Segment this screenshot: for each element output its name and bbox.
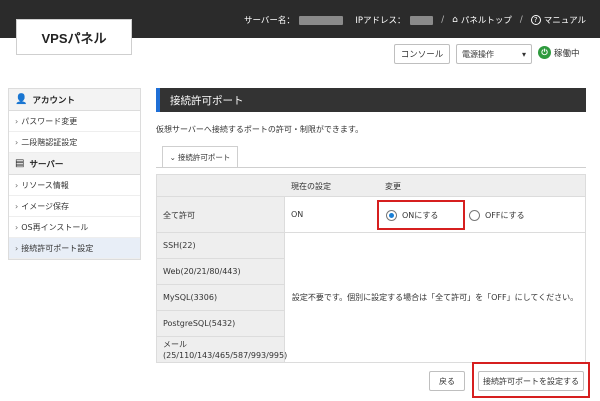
- table-row: Web(20/21/80/443): [157, 259, 285, 285]
- home-icon: ⌂: [452, 15, 458, 25]
- help-icon: ?: [530, 15, 541, 25]
- sidebar-heading-server: ▤ サーバー: [9, 153, 140, 175]
- column-change: 変更: [385, 182, 401, 191]
- chevron-down-icon: ▾: [521, 49, 526, 59]
- sidebar-heading-account: 👤 アカウント: [9, 89, 140, 111]
- user-icon: 👤: [15, 94, 28, 105]
- table-row: SSH(22): [157, 233, 285, 259]
- page-description: 仮想サーバーへ接続するポートの許可・制限ができます。: [156, 125, 364, 134]
- ip-label: IPアドレス：: [355, 16, 406, 26]
- back-button[interactable]: 戻る: [429, 371, 465, 391]
- chevron-down-icon: ⌄: [169, 153, 176, 162]
- chevron-right-icon: ›: [15, 137, 19, 147]
- table-row-mail: メール (25/110/143/465/587/993/995): [163, 340, 288, 360]
- chevron-right-icon: ›: [15, 243, 19, 253]
- chevron-right-icon: ›: [15, 116, 19, 126]
- chevron-right-icon: ›: [15, 180, 19, 190]
- page-title: 接続許可ポート: [156, 88, 586, 112]
- sidebar-item-password[interactable]: › パスワード変更: [9, 111, 140, 132]
- table-header: 現在の設定 変更: [157, 175, 585, 197]
- logo[interactable]: VPSパネル: [16, 19, 132, 55]
- radio-on[interactable]: ONにする: [377, 200, 465, 230]
- ip-redacted: [409, 15, 434, 25]
- all-allow-label: 全て許可: [163, 211, 195, 220]
- panel-top-link[interactable]: ⌂ パネルトップ: [452, 14, 512, 26]
- sidebar-item-resources[interactable]: › リソース情報: [9, 175, 140, 196]
- manual-link[interactable]: ? マニュアル: [530, 14, 586, 26]
- server-status: ⏻ 稼働中: [538, 46, 580, 59]
- radio-selected-icon: [386, 209, 397, 221]
- radio-unselected-icon: [469, 209, 480, 221]
- sidebar-item-image-save[interactable]: › イメージ保存: [9, 196, 140, 217]
- settings-note: 設定不要です。個別に設定する場合は「全て許可」を「OFF」にしてください。: [291, 293, 579, 302]
- sidebar-item-os-reinstall[interactable]: › OS再インストール: [9, 217, 140, 238]
- server-name-label: サーバー名：: [244, 16, 295, 26]
- chevron-right-icon: ›: [15, 222, 19, 232]
- chevron-right-icon: ›: [15, 201, 19, 211]
- power-select[interactable]: 電源操作 ▾: [456, 44, 532, 64]
- sidebar: 👤 アカウント › パスワード変更 › 二段階認証設定 ▤ サーバー › リソー…: [8, 88, 141, 260]
- port-settings-table: 現在の設定 変更 全て許可 ON ONにする OFFにする SSH(22) We…: [156, 174, 586, 363]
- table-row: MySQL(3306): [157, 285, 285, 311]
- apply-port-settings-button[interactable]: 接続許可ポートを設定する: [478, 371, 584, 391]
- column-current: 現在の設定: [291, 182, 331, 191]
- table-row: PostgreSQL(5432): [157, 311, 285, 337]
- power-icon: ⏻: [538, 46, 551, 59]
- tab-port-settings[interactable]: ⌄ 接続許可ポート: [162, 146, 238, 168]
- server-icon: ▤: [15, 158, 25, 169]
- sidebar-item-2fa[interactable]: › 二段階認証設定: [9, 132, 140, 153]
- header-info: サーバー名： IPアドレス： / ⌂ パネルトップ / ? マニュアル: [244, 14, 586, 26]
- radio-off[interactable]: OFFにする: [467, 200, 525, 230]
- console-button[interactable]: コンソール: [394, 44, 450, 64]
- table-row-all-allow: 全て許可 ON ONにする OFFにする: [157, 197, 585, 233]
- sidebar-item-port-settings[interactable]: › 接続許可ポート設定: [9, 238, 140, 259]
- server-name-redacted: [298, 15, 344, 25]
- all-allow-current: ON: [291, 210, 304, 219]
